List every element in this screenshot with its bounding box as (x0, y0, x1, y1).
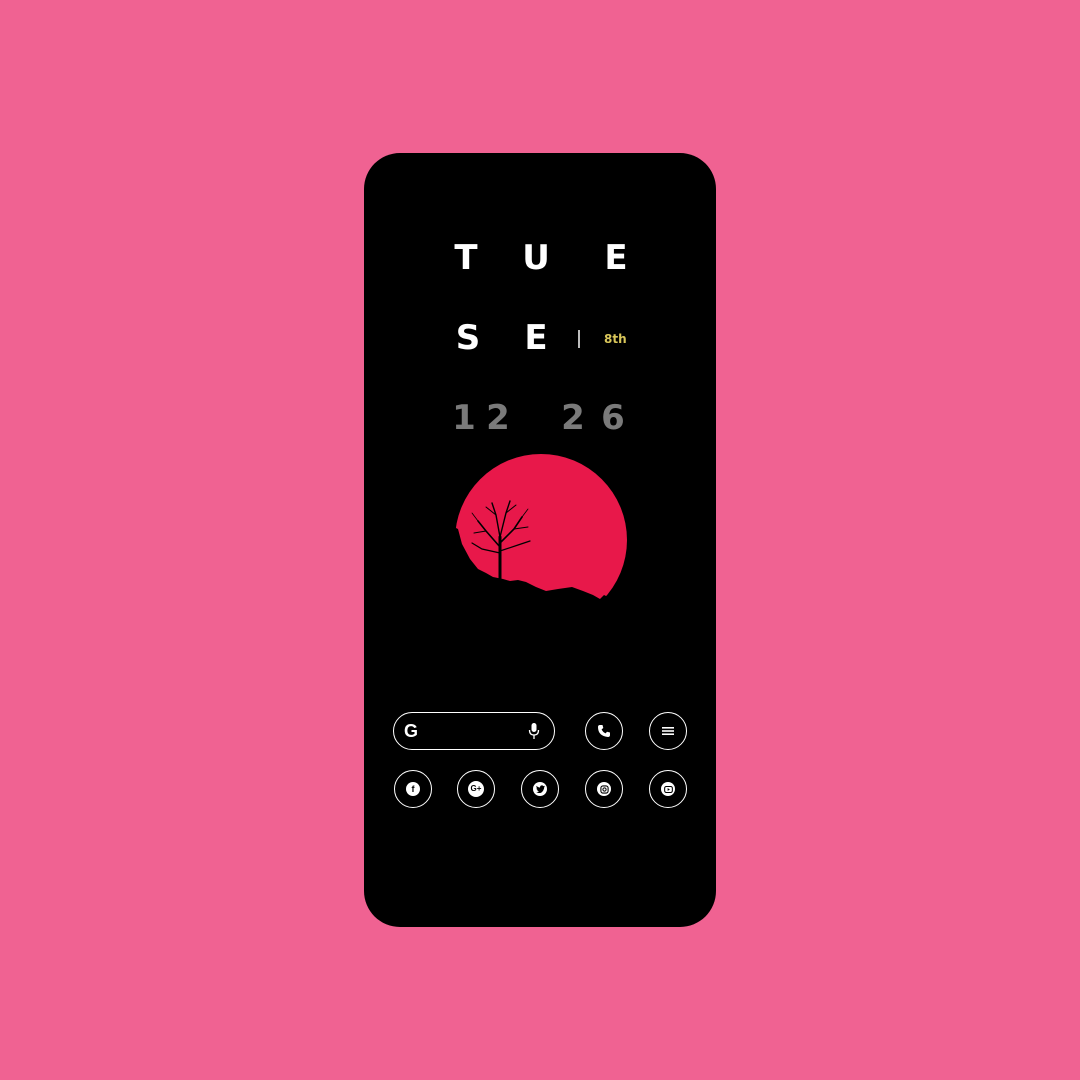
day-letter-e: E (604, 238, 628, 278)
google-plus-button[interactable]: G+ (457, 770, 495, 808)
microphone-icon[interactable] (528, 722, 540, 740)
twitter-icon (533, 782, 547, 796)
youtube-icon (661, 782, 675, 796)
sun-tree-artwork (448, 454, 638, 609)
instagram-button[interactable] (585, 770, 623, 808)
date-separator (578, 330, 580, 348)
instagram-icon (597, 782, 611, 796)
day-letter-s: S (455, 318, 481, 358)
minute-digit-1: 2 (561, 398, 585, 438)
phone-icon (598, 725, 610, 737)
day-letter-t: T (454, 238, 478, 278)
phone-button[interactable] (585, 712, 623, 750)
minute-digit-2: 6 (601, 398, 625, 438)
facebook-icon: f (406, 782, 420, 796)
menu-icon (662, 727, 674, 735)
app-drawer-button[interactable] (649, 712, 687, 750)
hour-digit-2: 2 (486, 398, 510, 438)
day-letter-u: U (522, 238, 550, 278)
day-of-month: 8th (604, 332, 627, 346)
phone-screen: T U E S E 8th 1 2 2 6 G f G+ (364, 153, 716, 927)
twitter-button[interactable] (521, 770, 559, 808)
facebook-button[interactable]: f (394, 770, 432, 808)
google-logo-icon[interactable]: G (404, 720, 418, 742)
google-plus-icon: G+ (468, 781, 484, 797)
day-letter-e2: E (524, 318, 548, 358)
google-search-bar[interactable]: G (393, 712, 555, 750)
youtube-button[interactable] (649, 770, 687, 808)
